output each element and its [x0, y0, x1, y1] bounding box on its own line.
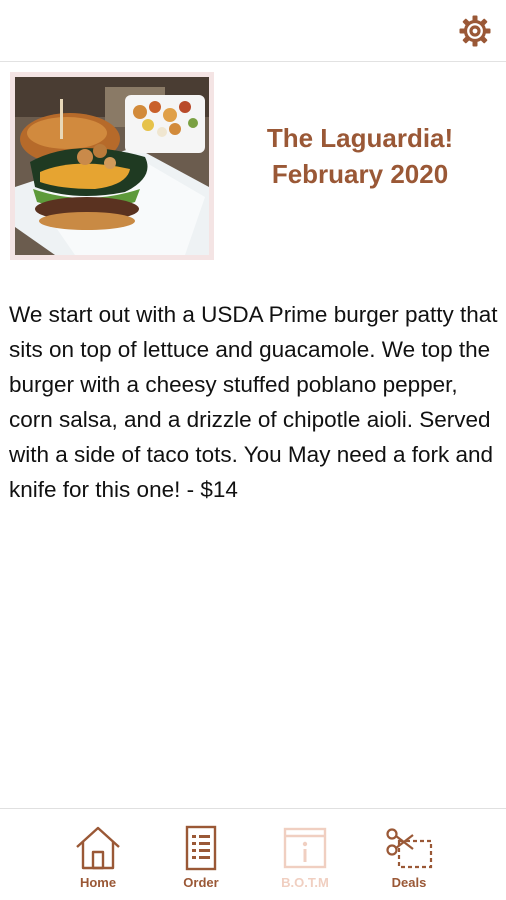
tab-botm-label: B.O.T.M	[281, 875, 329, 890]
burger-name: The Laguardia!	[266, 123, 454, 153]
tab-order[interactable]: Order	[161, 825, 241, 890]
tab-order-label: Order	[183, 875, 219, 890]
app-screen: The Laguardia! February 2020 We start ou…	[0, 0, 506, 900]
tab-home-label: Home	[79, 875, 117, 890]
burger-photo-image	[15, 77, 209, 255]
burger-photo	[10, 72, 214, 260]
coupon-scissors-icon	[386, 828, 433, 869]
tab-deals-label: Deals	[391, 875, 427, 890]
burger-title: The Laguardia! February 2020	[214, 120, 506, 192]
tab-botm[interactable]: B.O.T.M	[265, 825, 345, 890]
menu-list-icon	[185, 825, 217, 871]
burger-month: February 2020	[271, 159, 449, 189]
gear-icon[interactable]	[458, 14, 492, 48]
top-bar	[0, 0, 506, 62]
bottom-tab-bar: Home Order B.O.T.M Deals	[0, 808, 506, 900]
house-icon	[76, 826, 120, 870]
tab-deals[interactable]: Deals	[369, 825, 449, 890]
info-board-icon	[283, 827, 327, 869]
tab-home[interactable]: Home	[58, 825, 138, 890]
burger-description: We start out with a USDA Prime burger pa…	[9, 302, 498, 502]
